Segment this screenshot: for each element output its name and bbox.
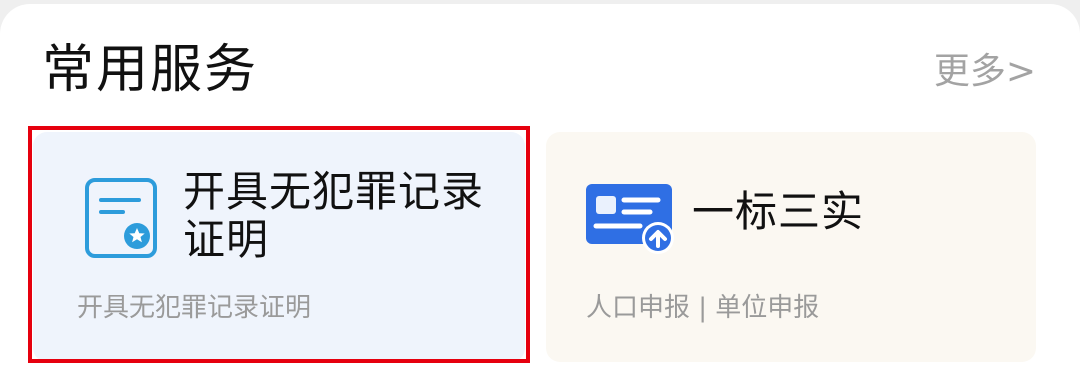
section-title: 常用服务 — [42, 40, 259, 100]
id-card-upload-icon — [586, 184, 674, 254]
card-title: 开具无犯罪记录证明 — [183, 167, 485, 264]
card-subtitle: 人口申报 | 单位申报 — [586, 293, 820, 323]
service-card-yibiao-sanshi[interactable]: 一标三实 人口申报 | 单位申报 — [546, 132, 1036, 362]
more-link[interactable]: 更多> — [934, 49, 1036, 95]
card-subtitle: 开具无犯罪记录证明 — [77, 293, 312, 323]
certificate-icon — [85, 178, 157, 258]
service-card-criminal-record-certificate[interactable]: 开具无犯罪记录证明 开具无犯罪记录证明 — [33, 132, 525, 362]
card-title: 一标三实 — [692, 187, 865, 236]
